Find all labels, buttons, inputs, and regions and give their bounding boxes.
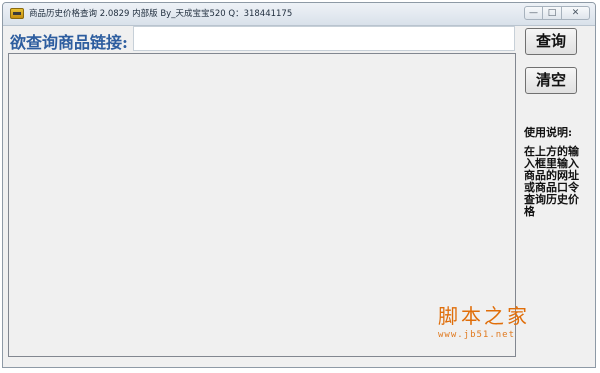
clear-button[interactable]: 清空 <box>525 67 577 94</box>
query-link-label: 欲查询商品链接: <box>10 33 128 52</box>
minimize-button[interactable]: — <box>524 6 543 20</box>
maximize-button[interactable]: □ <box>543 6 562 20</box>
app-icon <box>10 8 24 19</box>
watermark-url: www.jb51.net <box>438 330 516 340</box>
watermark-title: 脚本之家 <box>438 304 530 328</box>
window-title: 商品历史价格查询 2.0829 内部版 By_天成宝宝520 Q：3184411… <box>29 9 293 19</box>
query-button[interactable]: 查询 <box>525 28 577 55</box>
title-bar[interactable]: 商品历史价格查询 2.0829 内部版 By_天成宝宝520 Q：3184411… <box>3 3 595 26</box>
help-text: 在上方的输入框里输入商品的网址或商品口令查询历史价格 <box>524 145 579 218</box>
help-title: 使用说明: <box>524 126 573 139</box>
url-input[interactable] <box>133 26 515 51</box>
watermark: 脚本之家 www.jb51.net <box>438 300 558 340</box>
window-controls: — □ ✕ <box>524 6 590 21</box>
close-button[interactable]: ✕ <box>562 6 590 20</box>
